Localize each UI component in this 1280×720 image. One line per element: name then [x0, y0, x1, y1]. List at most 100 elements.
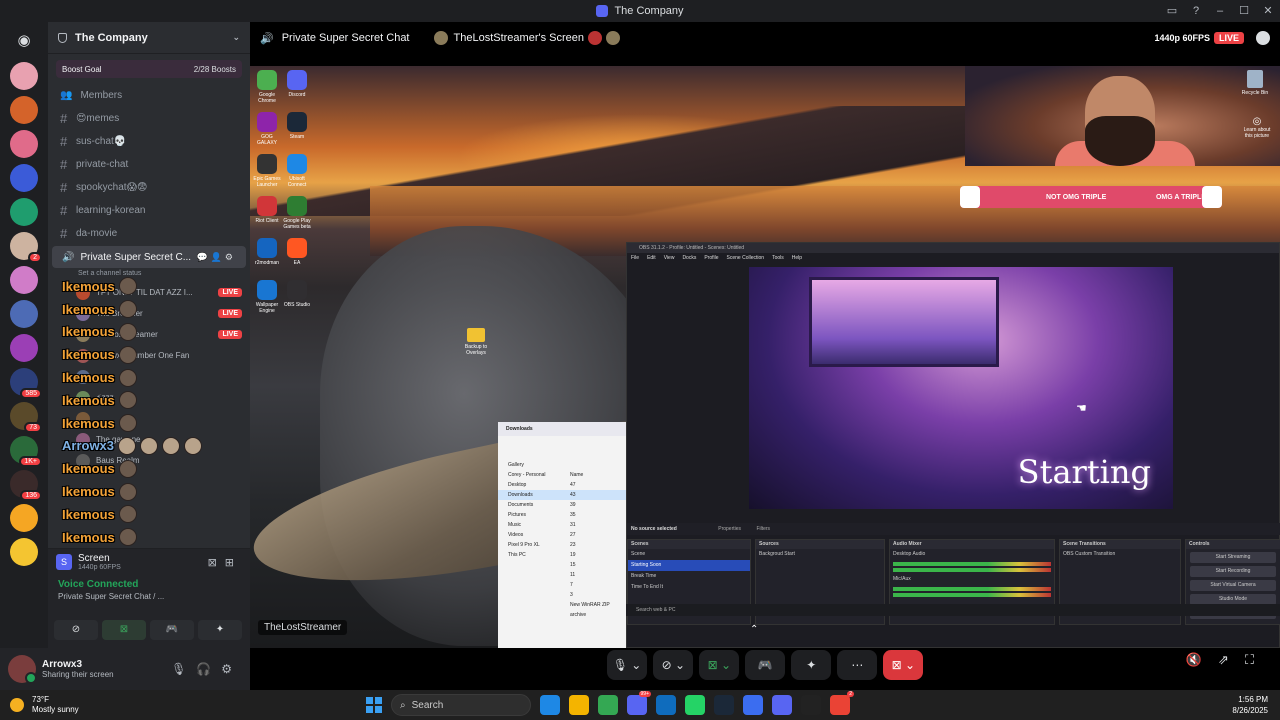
channel-item[interactable]: # private-chat [48, 153, 250, 175]
activity-button[interactable]: 🎮 [150, 620, 194, 640]
taskbar-app-icon[interactable] [772, 695, 792, 715]
source-item[interactable]: Backgroud Start [756, 549, 884, 560]
desktop-icon[interactable]: Discord [282, 70, 312, 98]
obs-menu-item[interactable]: File [631, 253, 639, 263]
server-icon[interactable] [10, 300, 38, 328]
explorer-file[interactable]: 35 [568, 510, 626, 520]
taskbar-app-icon[interactable] [743, 695, 763, 715]
explorer-file[interactable]: 7 [568, 580, 626, 590]
server-icon[interactable] [10, 198, 38, 226]
explorer-file[interactable]: 31 [568, 520, 626, 530]
voice-user[interactable]: Baus Realm [48, 450, 250, 471]
more-button[interactable]: ⋯ [837, 650, 878, 680]
explorer-file[interactable]: 11 [568, 570, 626, 580]
voice-channel[interactable]: 🔊 Private Super Secret C... 💬👤⚙ [52, 246, 246, 268]
desktop-icon[interactable]: EA [282, 238, 312, 266]
camera-button[interactable]: ⊘ ⌄ [653, 650, 694, 680]
explorer-file[interactable]: Name [568, 470, 626, 480]
soundboard-button[interactable]: ✦ [198, 620, 242, 640]
server-icon[interactable] [10, 266, 38, 294]
desktop-icon[interactable]: Steam [282, 112, 312, 140]
chat-icon[interactable] [1256, 31, 1270, 45]
obs-menu-item[interactable]: Docks [682, 253, 696, 263]
server-icon[interactable] [10, 504, 38, 532]
explorer-file[interactable]: New WinRAR ZIP archive [568, 600, 626, 618]
desktop-icon[interactable]: Google Chrome [252, 70, 282, 104]
taskbar-app-icon[interactable]: 99+ [627, 691, 651, 715]
scene-item[interactable]: Starting Soon [628, 560, 750, 571]
server-header[interactable]: The Company ⌄ [48, 22, 250, 54]
server-icon[interactable] [10, 538, 38, 566]
taskbar-app-icon[interactable] [598, 695, 618, 715]
explorer-file[interactable]: 15 [568, 560, 626, 570]
channel-item[interactable]: # 😍memes [48, 107, 250, 129]
voice-user[interactable]: TheLostStreamer LIVE [48, 324, 250, 345]
desktop-folder[interactable]: Backup to Overlays [464, 328, 488, 356]
voice-user[interactable]: ⚡zzz [48, 387, 250, 408]
voice-user[interactable]: TFT ONLY TIL DAT AZZ I... LIVE [48, 282, 250, 303]
server-icon[interactable] [10, 96, 38, 124]
desktop-icon[interactable]: Ubisoft Connect [282, 154, 312, 188]
desktop-icon[interactable]: Google Play Games beta [282, 196, 312, 230]
explorer-file[interactable]: 19 [568, 550, 626, 560]
taskbar-app-icon[interactable] [569, 695, 589, 715]
user-controls[interactable]: 🎙🎧⚙ [171, 662, 242, 676]
voice-connected-channel[interactable]: Private Super Secret Chat / ... [58, 592, 240, 601]
voice-channel-actions[interactable]: 💬👤⚙ [197, 252, 236, 263]
chevron-up-icon[interactable]: ⌃ [750, 624, 758, 635]
members-link[interactable]: 👥 Members [48, 84, 250, 106]
mute-button[interactable]: 🎙 ⌄ [606, 650, 648, 680]
taskbar-app-icon[interactable] [685, 695, 705, 715]
close-button[interactable]: ✕ [1256, 0, 1280, 22]
obs-menu-item[interactable]: Edit [647, 253, 656, 263]
minimize-button[interactable]: – [1208, 0, 1232, 22]
obs-menu-item[interactable]: Tools [772, 253, 784, 263]
server-icon[interactable] [10, 334, 38, 362]
voice-user[interactable]: The Breather LIVE [48, 303, 250, 324]
weather-widget[interactable]: 73°F Mostly sunny [0, 695, 200, 715]
properties-button[interactable]: Properties [718, 526, 741, 532]
taskbar-app-icon[interactable] [714, 695, 734, 715]
avatar[interactable] [8, 655, 37, 684]
obs-menu-item[interactable]: View [664, 253, 675, 263]
obs-menu-item[interactable]: Scene Collection [727, 253, 765, 263]
voice-connected-label[interactable]: Voice Connected [58, 579, 240, 590]
scene-item[interactable]: Break Time [628, 571, 750, 582]
desktop-icon[interactable]: r2modman [252, 238, 282, 266]
system-clock[interactable]: 1:56 PM 8/26/2025 [1232, 694, 1268, 716]
desktop-icon[interactable]: Epic Games Launcher [252, 154, 282, 188]
server-icon[interactable] [10, 130, 38, 158]
explorer-nav-item[interactable]: Gallery [498, 460, 626, 470]
obs-control-button[interactable]: Start Streaming [1190, 552, 1276, 563]
recycle-bin[interactable]: Recycle Bin [1240, 70, 1270, 96]
discord-home-button[interactable]: ◉ [10, 26, 38, 54]
view-controls[interactable]: 🔇⇗⛶ [1186, 652, 1270, 668]
explorer-file[interactable]: 27 [568, 530, 626, 540]
voice-user[interactable] [48, 366, 250, 387]
soundboard-button[interactable]: ✦ [791, 650, 832, 680]
server-icon[interactable]: 2 [10, 232, 42, 263]
explorer-file[interactable]: 3 [568, 590, 626, 600]
filters-button[interactable]: Filters [756, 526, 770, 532]
scene-item[interactable]: Scene [628, 549, 750, 560]
stream-view[interactable]: 🔊 Private Super Secret Chat TheLostStrea… [250, 22, 1280, 690]
server-icon[interactable] [10, 164, 38, 192]
voice-user[interactable]: The gay one [48, 429, 250, 450]
desktop-icon[interactable]: OBS Studio [282, 280, 312, 308]
share-screen-button[interactable]: ⊠ [102, 620, 146, 640]
server-icon[interactable] [10, 62, 38, 90]
server-icon[interactable]: 1K+ [10, 436, 42, 467]
transition-select[interactable]: OBS Custom Transition [1060, 549, 1180, 560]
desktop-icon[interactable]: Wallpaper Engine [252, 280, 282, 314]
desktop-icon[interactable]: Riot Client [252, 196, 282, 224]
obs-menu-item[interactable]: Help [792, 253, 802, 263]
scene-item[interactable]: Time To End It [628, 582, 750, 593]
explorer-file[interactable]: 39 [568, 500, 626, 510]
obs-control-button[interactable]: Start Recording [1190, 566, 1276, 577]
help-icon[interactable]: ? [1184, 0, 1208, 22]
taskbar-search[interactable]: ⌕ Search [391, 694, 531, 716]
obs-menu-item[interactable]: Profile [704, 253, 718, 263]
inbox-icon[interactable]: ▭ [1160, 0, 1184, 22]
screen-share-button[interactable]: ⊠ ⌄ [699, 650, 740, 680]
channel-status[interactable]: Set a channel status [48, 270, 250, 282]
